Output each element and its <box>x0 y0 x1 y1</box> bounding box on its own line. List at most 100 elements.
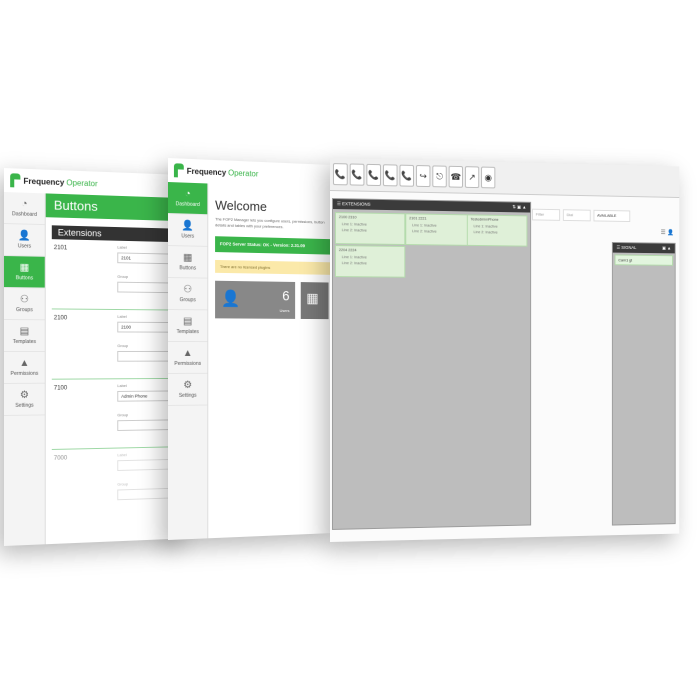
group-caption: Group <box>117 481 129 487</box>
menu-icon[interactable]: ☰ 👤 <box>661 229 674 236</box>
sidebar-item-permissions[interactable]: ▲ Permissions <box>4 351 45 384</box>
sidebar-item-label: Settings <box>178 392 197 399</box>
table-row: 2100 Label 2100 Group <box>51 309 187 380</box>
logo-mark-icon <box>174 163 184 177</box>
sidebar-item-dashboard[interactable]: ◔ Dashboard <box>168 182 208 216</box>
presence-select[interactable]: AVAILABLE <box>593 209 631 223</box>
spy-icon[interactable]: 📞 <box>399 164 415 187</box>
template-icon: ▤ <box>19 325 30 337</box>
sidebar-item-label: Users <box>181 232 195 240</box>
dashboard-icon: ◔ <box>21 198 28 210</box>
line-status: Line 2: Inactive <box>341 261 367 266</box>
label-caption: Label <box>117 452 127 458</box>
extension-number: 2100 <box>53 315 68 322</box>
line-status: Line 2: Inactive <box>412 229 437 234</box>
park-icon[interactable]: ☎ <box>448 165 463 188</box>
sidebar-item-groups[interactable]: ⚇ Groups <box>4 288 45 321</box>
filter-bar: Filter Dial AVAILABLE <box>532 208 631 223</box>
gear-icon: ⚙ <box>19 389 30 401</box>
panel-tools-icon[interactable]: ▣ ▲ <box>662 244 671 254</box>
marketing-composite: Frequency Operator ◔ Dashboard 👤 Users ▦ Bu… <box>0 0 700 700</box>
grid-icon: ▦ <box>183 251 193 263</box>
dial-icon[interactable]: 📞 <box>332 163 348 186</box>
logo-mark-icon <box>10 173 20 187</box>
sidebar-item-label: Permissions <box>174 360 202 367</box>
dashboard-window: Frequency Operator ◔ Dashboard 👤 Users ▦ Bu… <box>168 158 331 540</box>
extension-button[interactable]: 2100 2310 Line 1: Inactive Line 2: Inact… <box>334 212 406 246</box>
pickup-icon[interactable]: ↪ <box>415 165 431 188</box>
label-caption: Label <box>117 383 127 389</box>
sidebar-item-dashboard[interactable]: ◔ Dashboard <box>4 192 45 226</box>
users-tile[interactable]: 👤 6 Users <box>215 280 296 319</box>
user-icon: 👤 <box>181 219 194 232</box>
filter-input[interactable]: Filter <box>532 208 561 221</box>
list-item[interactable]: Cam1 gt <box>614 254 673 266</box>
sidebar-item-templates[interactable]: ▤ Templates <box>168 310 208 343</box>
intro-text: The FOP2 Manager lets you configure user… <box>215 216 325 230</box>
table-row: 2101 Label 2101 Group <box>51 239 187 311</box>
sidebar-item-label: Buttons <box>15 274 34 281</box>
groups-icon: ⚇ <box>19 293 30 305</box>
buttons-window: Frequency Operator ◔ Dashboard 👤 Users ▦ Bu… <box>4 168 187 546</box>
panel-header: ☰ EXTENSIONS ⇅ ▣ ▲ <box>332 199 531 213</box>
dashboard-main: Welcome The FOP2 Manager lets you config… <box>209 160 331 538</box>
sidebar-item-label: Groups <box>179 296 196 303</box>
line-status: Line 2: Inactive <box>473 230 498 235</box>
template-icon: ▤ <box>183 315 193 327</box>
groups-icon: ⚇ <box>183 283 193 295</box>
sidebar-item-users[interactable]: 👤 Users <box>4 224 45 257</box>
group-caption: Group <box>117 343 129 349</box>
extension-button[interactable]: 2101 2221 Line 1: Inactive Line 2: Inact… <box>405 213 475 246</box>
sidebar-item-buttons[interactable]: ▦ Buttons <box>4 256 45 289</box>
whisper-icon[interactable]: ⎋ <box>432 165 447 188</box>
panel-title: SIGNAL <box>621 244 637 251</box>
label-caption: Label <box>117 313 127 319</box>
grid-icon: ▦ <box>19 261 30 273</box>
sidebar-item-groups[interactable]: ⚇ Groups <box>168 278 208 311</box>
sidebar-item-label: Templates <box>176 328 199 335</box>
dashboard-icon: ◔ <box>184 188 191 200</box>
users-caption: Users <box>279 308 290 314</box>
table-row: 7000 Label Group <box>52 447 187 519</box>
group-caption: Group <box>117 273 129 279</box>
line-status: Line 2: Inactive <box>341 228 367 233</box>
sidebar-item-label: Permissions <box>10 370 39 377</box>
user-icon: 👤 <box>220 290 241 308</box>
buttons-tile[interactable]: ▦ <box>300 282 329 320</box>
sidebar-item-label: Dashboard <box>11 210 37 218</box>
extensions-panel: ☰ EXTENSIONS ⇅ ▣ ▲ 2100 2310 Line 1: Ina… <box>331 198 532 530</box>
transfer-icon[interactable]: 📞 <box>366 163 382 187</box>
page-title: Welcome <box>215 197 267 215</box>
extension-button[interactable]: 2204 2224 Line 1: Inactive Line 2: Inact… <box>334 245 406 278</box>
sidebar-item-settings[interactable]: ⚙ Settings <box>4 383 45 416</box>
record-icon[interactable]: ◉ <box>481 166 496 189</box>
sidebar-item-settings[interactable]: ⚙ Settings <box>168 373 208 406</box>
stats-tiles: 👤 6 Users ▦ <box>215 280 330 320</box>
voicemail-icon[interactable]: ↗ <box>464 166 480 189</box>
users-count: 6 <box>282 287 290 304</box>
panel-tools-icon[interactable]: ⇅ ▣ ▲ <box>512 202 526 212</box>
label-caption: Label <box>117 244 127 250</box>
sidebar-item-templates[interactable]: ▤ Templates <box>4 320 45 352</box>
server-status-banner: FOP2 Server Status: OK - Version: 2.31.0… <box>215 236 331 255</box>
sidebar-item-permissions[interactable]: ▲ Permissions <box>168 342 208 374</box>
extension-button[interactable]: TestedmimPhone Line 1: Inactive Line 2: … <box>466 214 528 247</box>
sidebar-item-buttons[interactable]: ▦ Buttons <box>168 246 208 279</box>
sidebar-item-label: Templates <box>12 338 37 345</box>
extension-number: 7100 <box>53 385 68 392</box>
dial-input[interactable]: Dial <box>562 209 591 222</box>
hangup-icon[interactable]: 📞 <box>349 163 365 186</box>
gear-icon: ⚙ <box>183 379 193 391</box>
buttons-main: Buttons Extensions 2101 Label 2101 Group… <box>45 193 187 545</box>
sidebar-item-users[interactable]: 👤 Users <box>168 214 208 247</box>
sidebar-item-label: Dashboard <box>175 200 200 208</box>
user-icon: 👤 <box>18 229 31 242</box>
extension-number: 2101 <box>53 245 68 252</box>
plugins-warning: There are no licensed plugins <box>215 259 331 275</box>
sidebar-item-label: Users <box>17 242 32 250</box>
attended-transfer-icon[interactable]: 📞 <box>382 164 398 187</box>
panel-header: ☰ SIGNAL ▣ ▲ <box>612 242 675 254</box>
brand-name: Frequency <box>23 176 65 187</box>
sidebar: ◔ Dashboard 👤 Users ▦ Buttons ⚇ Groups ▤ Temp… <box>4 192 46 546</box>
sidebar-item-label: Groups <box>16 306 33 313</box>
